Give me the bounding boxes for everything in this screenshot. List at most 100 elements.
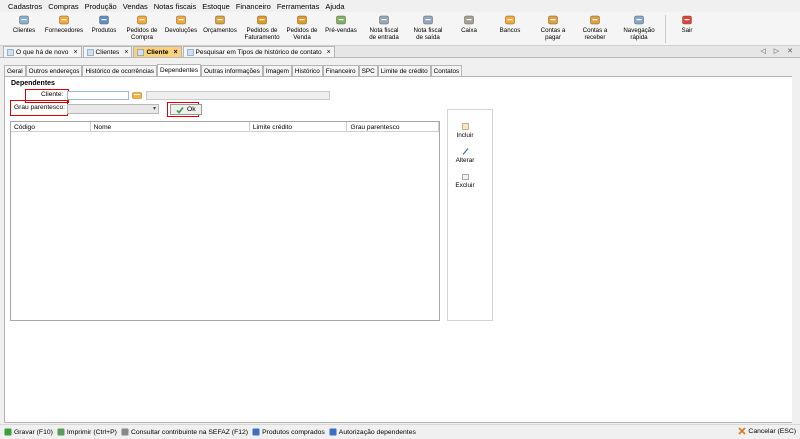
dependents-grid[interactable]: Código Nome Limite crédito Grau parentesco <box>10 121 440 321</box>
menu-item[interactable]: Financeiro <box>236 2 271 11</box>
sub-tab[interactable]: SPC <box>358 65 378 76</box>
toolbar: Clientes Fornecedores Produtos Pedidos de C… <box>0 12 800 46</box>
side-action-label: Excluir <box>455 182 475 189</box>
bottom-action-button[interactable]: Produtos comprados <box>252 428 325 436</box>
toolbar-separator <box>665 15 666 43</box>
toolbar-button[interactable]: Devoluções <box>162 12 200 46</box>
quotes-icon <box>215 15 225 25</box>
returns-icon <box>176 15 186 25</box>
actions-panel <box>447 109 493 321</box>
toolbar-button[interactable]: Contas a receber <box>574 12 616 46</box>
menu-item[interactable]: Cadastros <box>8 2 42 11</box>
menu-item[interactable]: Vendas <box>123 2 148 11</box>
cancel-button[interactable]: Cancelar (ESC) <box>738 427 796 435</box>
outgoing-invoice-icon <box>423 15 433 25</box>
menu-item[interactable]: Compras <box>48 2 78 11</box>
clients-icon <box>19 15 29 25</box>
chevron-down-icon: ▾ <box>152 106 156 112</box>
toolbar-button-label: Orçamentos <box>203 27 237 34</box>
sub-tab[interactable]: Financeiro <box>322 65 359 76</box>
document-tab[interactable]: Cliente × <box>133 46 182 57</box>
side-action-button[interactable]: Alterar <box>451 147 479 164</box>
document-tab-label: O que há de novo <box>16 48 69 56</box>
purchase-orders-icon <box>137 15 147 25</box>
toolbar-button[interactable]: Pedidos de Venda <box>284 12 320 46</box>
menu-item[interactable]: Notas fiscais <box>154 2 197 11</box>
toolbar-button-label: Pré-vendas <box>325 27 357 34</box>
sub-tab[interactable]: Imagem <box>262 65 292 76</box>
close-icon[interactable]: × <box>124 49 128 56</box>
toolbar-button[interactable]: Clientes <box>6 12 42 46</box>
sub-tab[interactable]: Limite de crédito <box>377 65 431 76</box>
bottom-action-button[interactable]: Consultar contribuinte na SEFAZ (F12) <box>121 428 248 436</box>
toolbar-button[interactable]: Navegação rápida <box>616 12 662 46</box>
column-header[interactable]: Nome <box>91 122 250 132</box>
side-action-button[interactable]: Excluir <box>451 172 479 189</box>
toolbar-button[interactable]: Sair <box>669 12 705 46</box>
banks-icon <box>505 15 515 25</box>
sub-tab[interactable]: Geral <box>4 65 26 76</box>
save-icon <box>4 428 12 436</box>
cliente-name-input <box>146 91 330 100</box>
menu-bar: Cadastros Compras Produção Vendas Notas fisc… <box>0 0 800 12</box>
sub-tab[interactable]: Histórico de ocorrências <box>82 65 158 76</box>
toolbar-button[interactable]: Pedidos de Compra <box>122 12 162 46</box>
document-tab[interactable]: Pesquisar em Tipos de histórico de conta… <box>182 46 335 57</box>
payables-icon <box>548 15 558 25</box>
dependents-panel: Dependentes Cliente: Grau parentesco: ▾ … <box>4 76 796 423</box>
toolbar-button[interactable]: Nota fiscal de entrada <box>362 12 406 46</box>
toolbar-button[interactable]: Pré-vendas <box>320 12 362 46</box>
bottom-actions: Gravar (F10) Imprimir (Ctrl+P) Consultar c… <box>4 428 420 436</box>
grau-parentesco-label: Grau parentesco: <box>14 104 65 111</box>
sub-tab[interactable]: Dependentes <box>157 64 202 76</box>
document-icon <box>186 48 194 56</box>
side-action-button[interactable]: Incluir <box>451 122 479 139</box>
document-icon <box>7 48 14 56</box>
bottom-bar: Gravar (F10) Imprimir (Ctrl+P) Consultar c… <box>0 424 800 439</box>
search-client-icon[interactable] <box>132 91 142 100</box>
sub-tabs: Geral Outros endereços Histórico de ocorrê… <box>4 64 796 76</box>
toolbar-button-label: Devoluções <box>164 27 198 34</box>
toolbar-button-label: Clientes <box>12 27 36 34</box>
grau-parentesco-select[interactable]: ▾ <box>67 104 159 114</box>
tab-navigation[interactable]: ◁ ▷ ✕ <box>760 47 796 55</box>
bottom-action-button[interactable]: Imprimir (Ctrl+P) <box>57 428 117 436</box>
ok-button[interactable]: Ok <box>170 104 202 115</box>
toolbar-button[interactable]: Orçamentos <box>200 12 240 46</box>
toolbar-button[interactable]: Bancos <box>488 12 532 46</box>
cliente-code-input[interactable] <box>67 91 129 100</box>
document-tab-label: Cliente <box>146 48 169 56</box>
section-title: Dependentes <box>11 80 55 87</box>
menu-item[interactable]: Estoque <box>202 2 230 11</box>
toolbar-button[interactable]: Pedidos de Faturamento <box>240 12 284 46</box>
billing-orders-icon <box>257 15 267 25</box>
toolbar-button[interactable]: Nota fiscal de saída <box>406 12 450 46</box>
toolbar-button[interactable]: Produtos <box>86 12 122 46</box>
toolbar-button-label: Navegação rápida <box>623 27 655 41</box>
toolbar-button-label: Bancos <box>499 27 521 34</box>
toolbar-button[interactable]: Fornecedores <box>42 12 86 46</box>
sub-tab[interactable]: Outras informações <box>201 65 263 76</box>
bottom-action-label: Imprimir (Ctrl+P) <box>66 428 117 436</box>
menu-item[interactable]: Produção <box>85 2 117 11</box>
sub-tab[interactable]: Outros endereços <box>25 65 83 76</box>
menu-item[interactable]: Ferramentas <box>277 2 320 11</box>
document-tab[interactable]: Clientes × <box>82 46 133 57</box>
vertical-scrollbar[interactable] <box>792 58 800 424</box>
bottom-action-button[interactable]: Autorização dependentes <box>329 428 416 436</box>
sub-tab[interactable]: Contatos <box>430 65 463 76</box>
close-icon[interactable]: × <box>73 49 77 56</box>
column-header[interactable]: Código <box>11 122 91 132</box>
toolbar-button[interactable]: Contas a pagar <box>532 12 574 46</box>
sub-tab[interactable]: Histórico <box>291 65 323 76</box>
cliente-label: Cliente: <box>41 91 64 98</box>
document-tab[interactable]: O que há de novo × <box>3 46 82 57</box>
bottom-action-button[interactable]: Gravar (F10) <box>4 428 53 436</box>
column-header[interactable]: Grau parentesco <box>347 122 440 132</box>
close-icon[interactable]: × <box>173 49 177 56</box>
toolbar-button[interactable]: Caixa <box>450 12 488 46</box>
menu-item[interactable]: Ajuda <box>325 2 344 11</box>
document-tab-label: Pesquisar em Tipos de histórico de conta… <box>195 48 322 56</box>
close-icon[interactable]: × <box>327 49 331 56</box>
column-header[interactable]: Limite crédito <box>250 122 348 132</box>
